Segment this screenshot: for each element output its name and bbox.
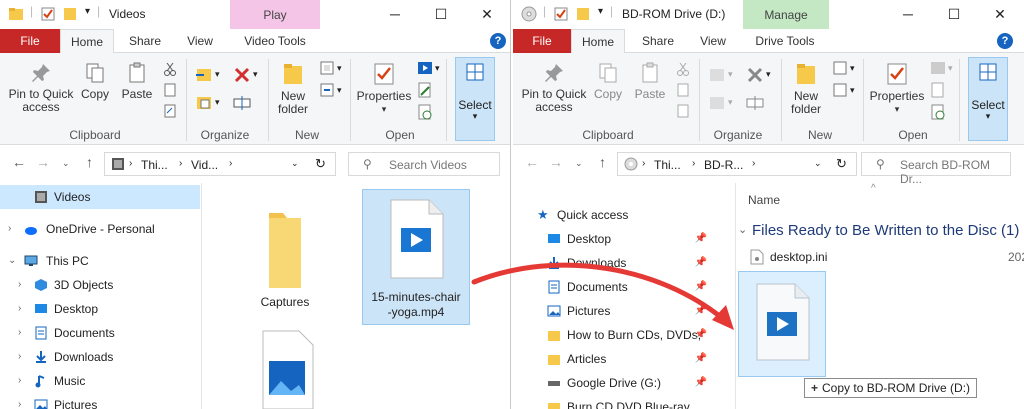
drag-arrow (471, 262, 734, 330)
plus-icon: + (811, 381, 819, 395)
drag-ghost (738, 271, 826, 377)
drag-tooltip: + Copy to BD-ROM Drive (D:) (804, 378, 978, 398)
video-file-icon (756, 283, 810, 361)
drag-tooltip-text: Copy to BD-ROM Drive (D:) (822, 381, 971, 395)
